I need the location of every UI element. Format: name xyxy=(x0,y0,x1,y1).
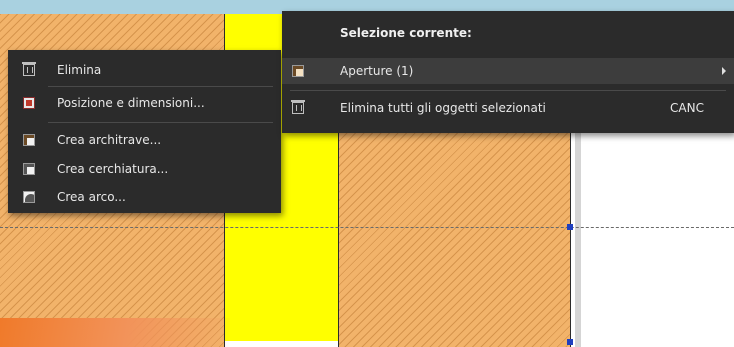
selection-menu: Selezione corrente: Aperture (1) Elimina… xyxy=(282,11,734,133)
menu-separator xyxy=(290,90,726,91)
menu-separator xyxy=(48,122,273,123)
menu-item-label: Crea arco... xyxy=(57,190,126,204)
menu-item-architrave[interactable]: Crea architrave... xyxy=(8,129,281,151)
menu-item-label: Crea architrave... xyxy=(57,133,162,147)
context-menu: Elimina Posizione e dimensioni... Crea a… xyxy=(8,50,281,213)
menu-item-label: Elimina xyxy=(57,63,102,77)
menu-item-label: Aperture (1) xyxy=(340,64,414,78)
menu-item-posizione[interactable]: Posizione e dimensioni... xyxy=(8,92,281,114)
menu-item-arco[interactable]: Crea arco... xyxy=(8,186,281,208)
submenu-arrow-icon xyxy=(722,67,726,75)
menu-separator xyxy=(48,86,273,87)
selection-grip[interactable] xyxy=(567,224,573,230)
menu-item-label: Crea cerchiatura... xyxy=(57,162,169,176)
menu-item-aperture[interactable]: Aperture (1) xyxy=(282,58,734,84)
lintel-icon xyxy=(23,134,35,146)
selection-grip[interactable] xyxy=(567,339,573,345)
menu-item-elimina-tutti[interactable]: Elimina tutti gli oggetti selezionati CA… xyxy=(282,97,734,119)
opening-icon xyxy=(292,65,304,77)
menu-item-cerchiatura[interactable]: Crea cerchiatura... xyxy=(8,158,281,180)
menu-header: Selezione corrente: xyxy=(340,26,472,40)
arch-icon xyxy=(23,191,35,203)
position-size-icon xyxy=(23,97,35,109)
menu-item-elimina[interactable]: Elimina xyxy=(8,59,281,81)
menu-item-label: Posizione e dimensioni... xyxy=(57,96,205,110)
menu-item-label: Elimina tutti gli oggetti selezionati xyxy=(340,101,546,115)
dashed-guide-line xyxy=(0,227,734,228)
wall-highlight xyxy=(0,318,230,347)
frame-icon xyxy=(23,163,35,175)
trash-icon xyxy=(291,100,305,114)
trash-icon xyxy=(22,62,36,76)
keyboard-shortcut: CANC xyxy=(670,101,704,115)
